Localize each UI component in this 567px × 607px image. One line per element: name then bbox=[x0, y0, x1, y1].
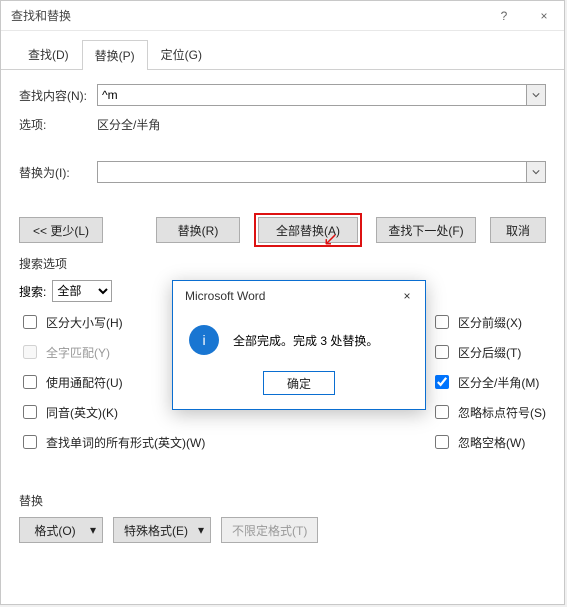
find-input[interactable] bbox=[97, 84, 527, 106]
options-row: 选项: 区分全/半角 bbox=[19, 116, 546, 133]
replace-history-dropdown[interactable] bbox=[527, 161, 546, 183]
check-ignore-punct[interactable]: 忽略标点符号(S) bbox=[431, 402, 546, 422]
find-next-button[interactable]: 查找下一处(F) bbox=[376, 217, 476, 243]
replace-all-highlight: 全部替换(A) bbox=[254, 213, 362, 247]
titlebar: 查找和替换 ? × bbox=[1, 1, 564, 31]
less-button[interactable]: << 更少(L) bbox=[19, 217, 103, 243]
replace-label: 替换为(I): bbox=[19, 164, 97, 181]
action-button-row: << 更少(L) 替换(R) 全部替换(A) 查找下一处(F) 取消 bbox=[19, 213, 546, 247]
check-prefix[interactable]: 区分前缀(X) bbox=[431, 312, 546, 332]
message-body: i 全部完成。完成 3 处替换。 bbox=[173, 311, 425, 363]
check-full-half-width[interactable]: 区分全/半角(M) bbox=[431, 372, 546, 392]
tab-find[interactable]: 查找(D) bbox=[15, 39, 82, 69]
options-label: 选项: bbox=[19, 116, 97, 133]
message-buttons: 确定 bbox=[173, 363, 425, 409]
chevron-down-icon bbox=[532, 168, 540, 176]
tab-strip: 查找(D) 替换(P) 定位(G) bbox=[1, 31, 564, 70]
caret-down-icon: ▾ bbox=[198, 523, 204, 537]
replace-all-button[interactable]: 全部替换(A) bbox=[258, 217, 358, 243]
replace-row: 替换为(I): bbox=[19, 161, 546, 183]
message-close-button[interactable]: × bbox=[395, 284, 419, 308]
cancel-button[interactable]: 取消 bbox=[490, 217, 546, 243]
check-word-forms[interactable]: 查找单词的所有形式(英文)(W) bbox=[19, 432, 205, 452]
search-direction-select[interactable]: 全部 bbox=[52, 280, 112, 302]
window-title: 查找和替换 bbox=[11, 7, 484, 24]
help-button[interactable]: ? bbox=[484, 1, 524, 31]
replace-button[interactable]: 替换(R) bbox=[156, 217, 240, 243]
info-icon: i bbox=[189, 325, 219, 355]
close-button[interactable]: × bbox=[524, 1, 564, 31]
replace-section-title: 替换 bbox=[19, 492, 546, 509]
find-label: 查找内容(N): bbox=[19, 87, 97, 104]
message-titlebar: Microsoft Word × bbox=[173, 281, 425, 311]
search-options-title: 搜索选项 bbox=[19, 255, 546, 272]
checks-right-col: 区分前缀(X) 区分后缀(T) 区分全/半角(M) 忽略标点符号(S) 忽略空格… bbox=[431, 312, 546, 452]
check-suffix[interactable]: 区分后缀(T) bbox=[431, 342, 546, 362]
replace-section-buttons: 格式(O) ▾ 特殊格式(E) ▾ 不限定格式(T) bbox=[19, 517, 546, 543]
no-formatting-button: 不限定格式(T) bbox=[221, 517, 318, 543]
message-text: 全部完成。完成 3 处替换。 bbox=[233, 332, 378, 349]
tab-goto[interactable]: 定位(G) bbox=[148, 39, 215, 69]
options-value: 区分全/半角 bbox=[97, 116, 160, 133]
check-ignore-space[interactable]: 忽略空格(W) bbox=[431, 432, 546, 452]
find-history-dropdown[interactable] bbox=[527, 84, 546, 106]
replace-input[interactable] bbox=[97, 161, 527, 183]
message-ok-button[interactable]: 确定 bbox=[263, 371, 335, 395]
special-format-button[interactable]: 特殊格式(E) ▾ bbox=[113, 517, 211, 543]
message-box: Microsoft Word × i 全部完成。完成 3 处替换。 确定 bbox=[172, 280, 426, 410]
search-direction-label: 搜索: bbox=[19, 283, 46, 300]
tab-replace[interactable]: 替换(P) bbox=[82, 40, 148, 70]
format-button[interactable]: 格式(O) ▾ bbox=[19, 517, 103, 543]
chevron-down-icon bbox=[532, 91, 540, 99]
find-row: 查找内容(N): bbox=[19, 84, 546, 106]
message-title: Microsoft Word bbox=[185, 289, 395, 303]
caret-down-icon: ▾ bbox=[90, 523, 96, 537]
